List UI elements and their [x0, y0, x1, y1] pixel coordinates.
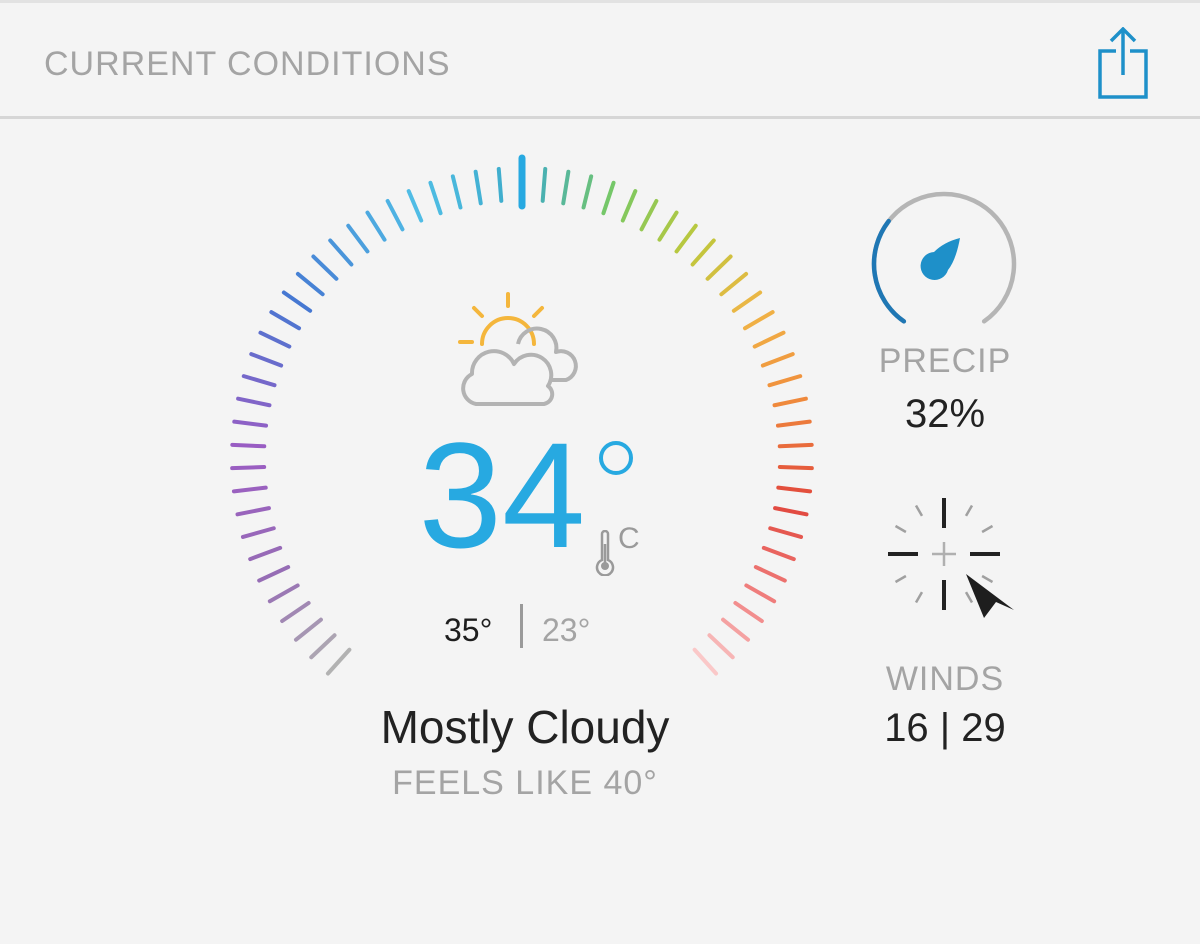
gauge-tick: [232, 419, 269, 428]
compass-tick: [964, 591, 974, 604]
gauge-tick: [777, 442, 814, 449]
high-temp: 35°: [444, 612, 493, 648]
gauge-tick: [293, 617, 323, 642]
compass-tick: [914, 504, 924, 517]
gauge-tick: [281, 290, 313, 313]
precip-label: PRECIP: [878, 342, 1012, 380]
gauge-tick: [406, 189, 424, 223]
gauge-tick: [328, 238, 354, 267]
gauge-tick: [674, 223, 698, 254]
degree-symbol: [599, 441, 633, 475]
gauge-tick: [257, 565, 291, 583]
precip-value: 32%: [904, 392, 986, 436]
gauge-tick: [761, 545, 796, 562]
compass-tick: [981, 574, 994, 584]
gauge-tick: [581, 174, 594, 210]
gauge-tick: [540, 166, 548, 203]
gauge-tick: [692, 647, 719, 676]
wind-compass-icon: [888, 498, 1014, 618]
gauge-tick: [365, 210, 387, 242]
low-temp: 23°: [542, 612, 591, 648]
gauge-tick: [768, 526, 804, 539]
gauge-tick: [733, 601, 764, 624]
high-low-divider: [520, 604, 523, 648]
precip-dial: [871, 191, 1017, 324]
gauge-tick: [230, 465, 267, 471]
gauge-tick: [760, 352, 795, 368]
gauge-tick: [657, 210, 679, 242]
gauge-tick: [473, 169, 483, 206]
feels-like: FEELS LIKE 40°: [392, 764, 658, 802]
gauge-tick: [775, 419, 812, 428]
gauge-tick: [753, 565, 787, 583]
gauge-tick: [776, 485, 813, 494]
compass-tick: [981, 524, 994, 534]
gauge-tick: [639, 199, 659, 232]
gauge-tick: [295, 271, 325, 297]
gauge-tick: [705, 254, 733, 281]
gauge-tick: [561, 169, 571, 206]
thermometer-icon: [595, 530, 615, 576]
precip-dial-fill: [871, 218, 907, 324]
gauge-tick: [719, 271, 749, 297]
raindrop-icon: [920, 238, 960, 280]
gauge-tick: [767, 374, 803, 388]
gauge-tick: [269, 310, 302, 331]
gauge-tick: [258, 330, 292, 349]
partly-cloudy-icon: [458, 292, 578, 406]
gauge-tick: [241, 374, 277, 388]
gauge-tick: [267, 583, 300, 604]
gauge-tick: [325, 647, 352, 676]
gauge-tick: [721, 617, 751, 642]
gauge-tick: [235, 506, 271, 517]
high-low: 35° 23°: [400, 604, 650, 652]
gauge-tick: [346, 223, 370, 254]
compass-tick: [964, 504, 974, 517]
gauge-tick: [496, 166, 504, 203]
gauge-tick: [601, 180, 616, 216]
compass-tick: [894, 574, 907, 584]
gauge-tick: [742, 310, 775, 331]
compass-tick: [914, 591, 924, 604]
current-temperature: 34: [418, 411, 586, 579]
gauge-tick: [231, 485, 268, 494]
gauge-tick: [690, 238, 716, 267]
condition-text: Mostly Cloudy: [380, 701, 670, 753]
gauge-tick: [777, 465, 814, 471]
gauge-tick: [707, 633, 735, 660]
winds-value: 16 | 29: [884, 706, 1006, 750]
gauge-tick: [311, 254, 339, 281]
winds-label: WINDS: [885, 660, 1005, 698]
gauge-tick: [248, 545, 283, 562]
gauge-tick: [752, 330, 786, 349]
gauge-tick: [236, 396, 272, 408]
gauge-tick: [772, 396, 808, 408]
gauge-tick: [620, 189, 638, 223]
gauge-tick: [773, 506, 809, 517]
gauge-tick: [280, 601, 311, 624]
gauge-tick: [428, 180, 443, 216]
gauge-tick: [249, 352, 284, 368]
gauge-tick: [744, 583, 777, 604]
gauge-tick: [450, 174, 463, 210]
gauge-tick: [230, 442, 267, 449]
gauge-tick: [309, 633, 337, 660]
temperature-unit: C: [618, 522, 640, 555]
gauge-tick: [240, 526, 276, 539]
gauge-tick: [731, 290, 763, 313]
gauge-tick: [385, 199, 405, 232]
compass-tick: [894, 524, 907, 534]
